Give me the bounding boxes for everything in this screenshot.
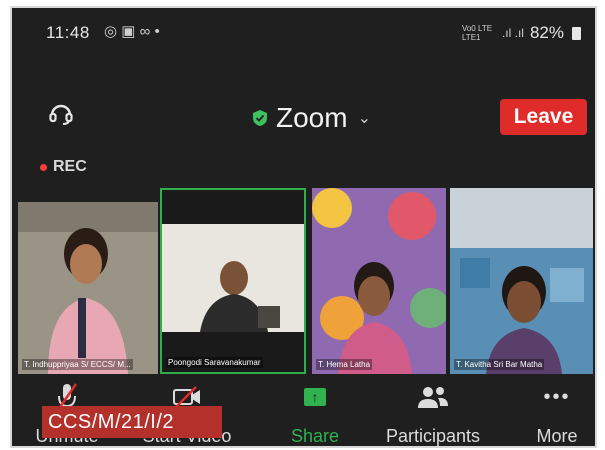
participants-button[interactable]: Participants	[378, 380, 488, 446]
rec-label: REC	[53, 158, 87, 175]
more-label: More	[536, 426, 578, 446]
dot-icon: •	[154, 23, 160, 40]
participant-video-image	[450, 188, 593, 374]
participant-name: T. Indhuppriyaa S/ ECCS/ M...	[22, 359, 133, 370]
share-label: Share	[290, 426, 340, 446]
whatsapp-icon: ◎	[104, 23, 118, 40]
participant-tile[interactable]: T. Hema Latha	[312, 188, 446, 374]
video-gallery: T. Indhuppriyaa S/ ECCS/ M... Poongodi S…	[12, 188, 595, 374]
meeting-app-name: Zoom	[276, 102, 348, 133]
participant-name: T. Kavitha Sri Bar Matha	[454, 359, 545, 370]
network-icon: Vo0 LTE LTE1	[461, 24, 493, 42]
notification-icons: ◎ ▣ ∞ •	[104, 22, 160, 40]
more-dots-icon: •••	[543, 385, 571, 408]
document-code-tag: CCS/M/21/I/2	[42, 406, 222, 438]
participant-tile-active-speaker[interactable]: Poongodi Saravanakumar	[160, 188, 306, 374]
participant-name: T. Hema Latha	[316, 359, 373, 370]
more-button[interactable]: ••• More	[502, 380, 595, 447]
participant-video-image	[18, 202, 158, 374]
gallery-icon: ▣	[121, 23, 136, 40]
share-button[interactable]: ↑ Share	[260, 380, 370, 446]
participant-tile[interactable]: T. Indhuppriyaa S/ ECCS/ M...	[18, 202, 158, 374]
chevron-down-icon: ⌄	[357, 110, 371, 127]
participant-name: Poongodi Saravanakumar	[166, 357, 263, 368]
meeting-title[interactable]: Zoom ⌄	[252, 102, 371, 134]
participants-label: Participants	[385, 426, 481, 446]
people-icon	[418, 387, 448, 408]
encryption-shield-icon	[253, 110, 267, 126]
status-time: 11:48	[46, 23, 90, 42]
status-bar: 11:48 ◎ ▣ ∞ • Vo0 LTE LTE1 .ıl .ıl 82%	[12, 8, 595, 54]
participant-video-image	[312, 188, 446, 374]
audio-headset-icon[interactable]	[48, 100, 74, 126]
zoom-meeting-screen: 11:48 ◎ ▣ ∞ • Vo0 LTE LTE1 .ıl .ıl 82% Z…	[10, 6, 597, 448]
rec-dot-icon	[40, 163, 47, 171]
leave-button[interactable]: Leave	[500, 99, 587, 135]
share-screen-icon: ↑	[304, 388, 326, 406]
recording-indicator: REC	[40, 158, 87, 176]
participant-tile[interactable]: T. Kavitha Sri Bar Matha	[450, 188, 593, 374]
participant-video-image	[162, 190, 304, 372]
voicemail-icon: ∞	[139, 23, 151, 40]
meeting-header: Zoom ⌄ Leave	[12, 86, 595, 146]
battery-level: 82%	[529, 23, 564, 42]
battery-icon	[572, 26, 581, 40]
signal-icon: .ıl .ıl	[501, 26, 524, 40]
camera-off-icon	[173, 386, 200, 408]
